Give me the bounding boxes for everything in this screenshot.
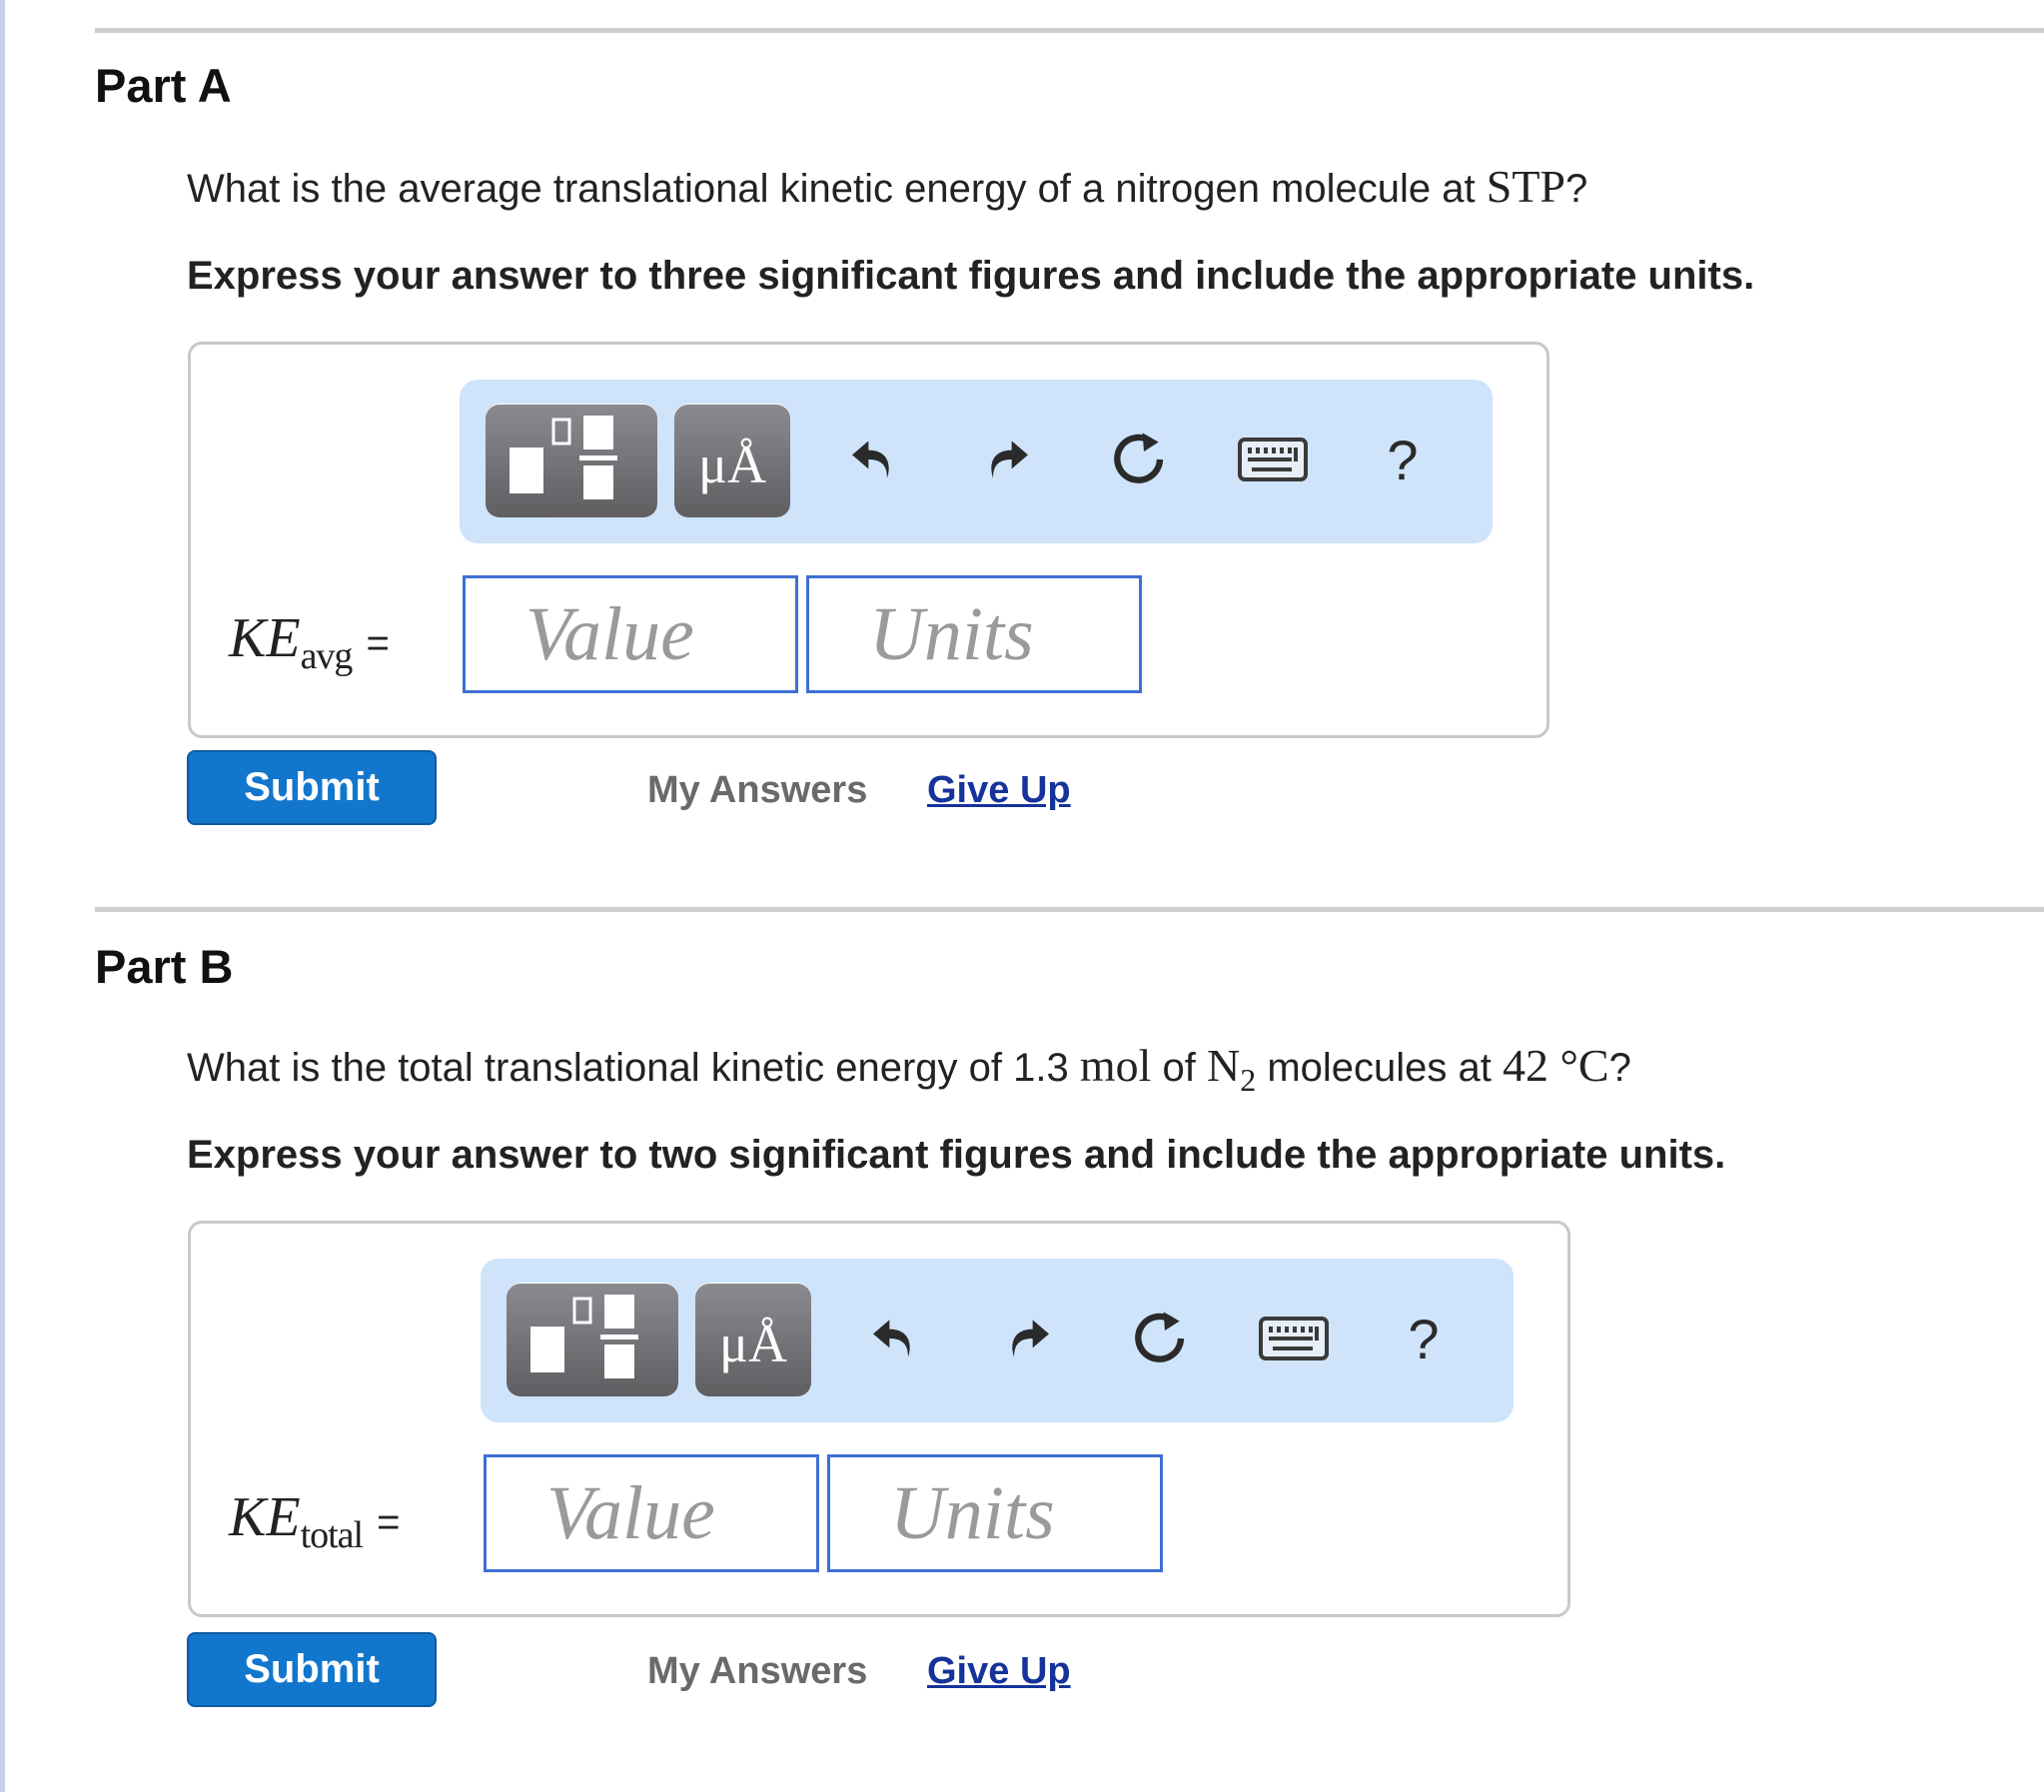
variable-label: KEavg = [229, 606, 390, 678]
units-icon: μÅ [698, 435, 766, 494]
help-button[interactable]: ? [1363, 420, 1443, 499]
variable-subscript: avg [300, 635, 354, 677]
math-subscript: 2 [1240, 1062, 1257, 1099]
templates-button[interactable] [486, 404, 657, 517]
reset-icon [1114, 433, 1164, 483]
help-button[interactable]: ? [1384, 1299, 1464, 1378]
variable-symbol: KE [229, 607, 301, 669]
submit-button[interactable]: Submit [187, 750, 437, 825]
reset-button[interactable] [1121, 1299, 1201, 1378]
question-text: of [1151, 1046, 1207, 1090]
question-text: What is the average translational kineti… [187, 167, 1487, 211]
part-divider [95, 28, 2044, 33]
keyboard-icon [1238, 438, 1308, 481]
redo-icon [991, 441, 1028, 478]
part-b-instruction: Express your answer to two significant f… [187, 1133, 1726, 1177]
units-button[interactable]: μÅ [695, 1283, 811, 1396]
part-b-title: Part B [95, 940, 234, 993]
keyboard-button[interactable] [1233, 420, 1313, 499]
keyboard-icon [1259, 1317, 1329, 1360]
question-text-end: ? [1608, 1046, 1631, 1090]
part-a-title: Part A [95, 59, 232, 112]
math-n: N [1206, 1040, 1241, 1091]
undo-button[interactable] [833, 420, 913, 499]
equals-sign: = [366, 621, 390, 665]
variable-label: KEtotal = [229, 1485, 400, 1557]
redo-button[interactable] [988, 1299, 1068, 1378]
math-toolbar: μÅ ? [460, 380, 1493, 543]
value-input[interactable] [484, 1454, 819, 1572]
math-stp: STP [1486, 161, 1565, 212]
part-a-question: What is the average translational kineti… [187, 160, 1587, 213]
part-a-instruction: Express your answer to three significant… [187, 254, 1755, 298]
units-input[interactable] [827, 1454, 1163, 1572]
variable-symbol: KE [229, 1486, 301, 1548]
math-n2: N2 [1206, 1040, 1256, 1098]
units-button[interactable]: μÅ [674, 404, 790, 517]
templates-button[interactable] [507, 1283, 678, 1396]
question-text-end: ? [1565, 167, 1588, 211]
math-temperature: 42 °C [1502, 1040, 1609, 1091]
left-rail [0, 0, 5, 1792]
reset-button[interactable] [1100, 420, 1180, 499]
undo-icon [873, 1320, 910, 1357]
part-divider [95, 907, 2044, 912]
equals-sign: = [377, 1500, 401, 1544]
my-answers-label: My Answers [647, 769, 868, 811]
value-input[interactable] [463, 575, 798, 693]
help-icon: ? [1387, 428, 1419, 491]
keyboard-button[interactable] [1254, 1299, 1334, 1378]
redo-button[interactable] [967, 420, 1047, 499]
units-input[interactable] [806, 575, 1142, 693]
question-text: molecules at [1256, 1046, 1503, 1090]
part-b-answer-box: μÅ ? KEtotal = [188, 1221, 1570, 1617]
help-icon: ? [1408, 1307, 1440, 1370]
undo-button[interactable] [854, 1299, 934, 1378]
math-toolbar: μÅ ? [481, 1259, 1514, 1422]
part-a-answer-box: μÅ ? KEavg = [188, 342, 1549, 738]
reset-icon [1135, 1312, 1185, 1362]
submit-button[interactable]: Submit [187, 1632, 437, 1707]
part-b-question: What is the total translational kinetic … [187, 1039, 1631, 1099]
give-up-link[interactable]: Give Up [927, 1650, 1071, 1693]
give-up-link[interactable]: Give Up [927, 769, 1071, 812]
my-answers-label: My Answers [647, 1650, 868, 1692]
math-mol: mol [1079, 1040, 1152, 1091]
undo-icon [852, 441, 889, 478]
units-icon: μÅ [719, 1314, 787, 1373]
question-text: What is the total translational kinetic … [187, 1046, 1080, 1090]
redo-icon [1012, 1320, 1049, 1357]
templates-icon [510, 416, 617, 499]
variable-subscript: total [300, 1514, 365, 1556]
templates-icon [530, 1295, 638, 1378]
